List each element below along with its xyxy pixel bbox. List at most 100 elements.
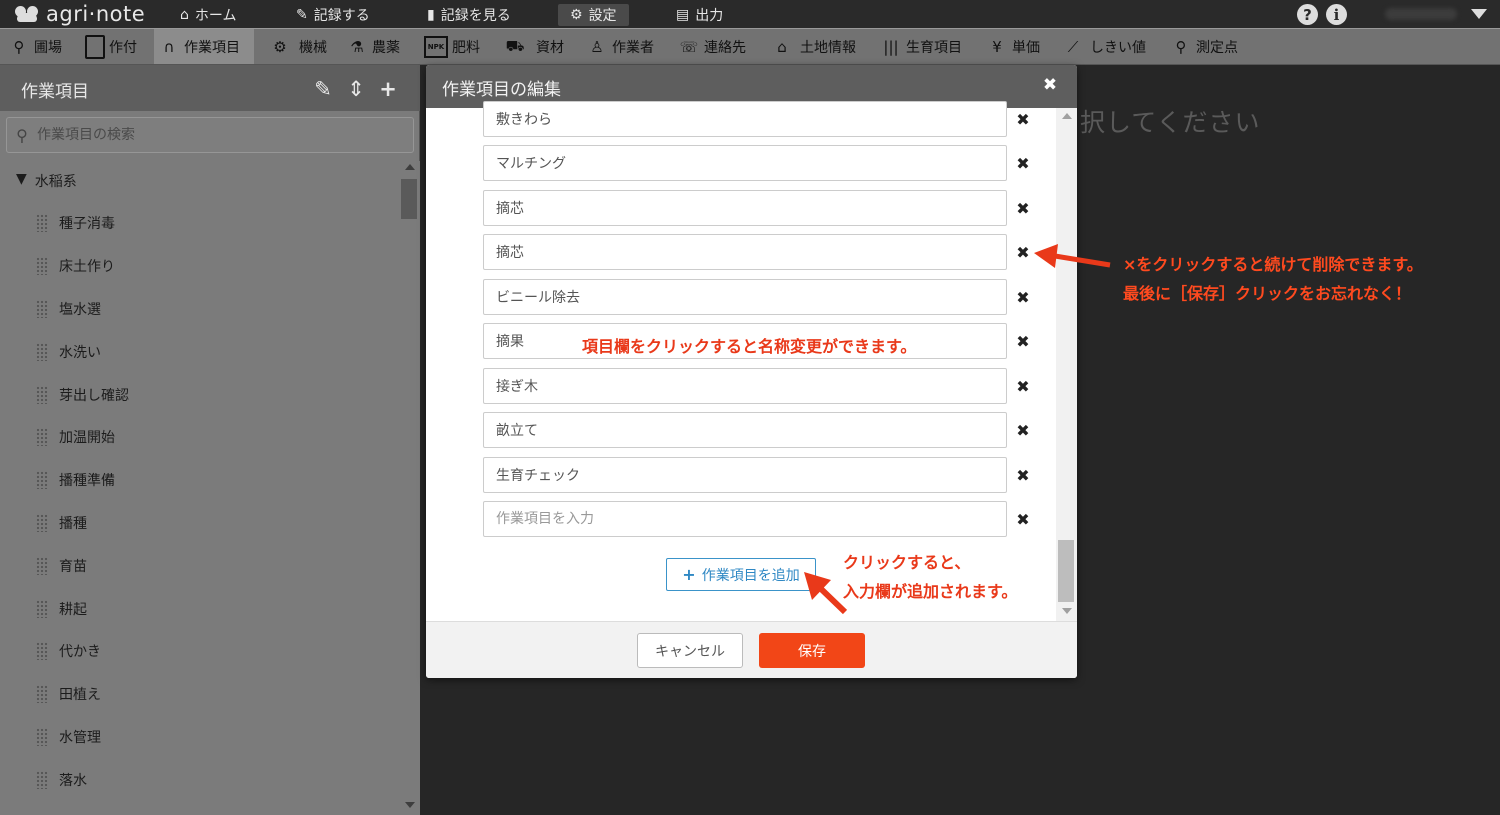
- scroll-down-icon[interactable]: [405, 802, 415, 808]
- drag-handle-icon[interactable]: [36, 214, 48, 233]
- delete-icon[interactable]: ✖: [1013, 376, 1033, 396]
- list-item[interactable]: 播種準備: [0, 459, 398, 502]
- drag-handle-icon[interactable]: [36, 556, 48, 575]
- drag-handle-icon[interactable]: [36, 770, 48, 789]
- work-item-field[interactable]: [483, 101, 1007, 137]
- help-icon[interactable]: ?: [1297, 4, 1318, 25]
- tool-growth-items[interactable]: ||| 生育項目: [880, 29, 962, 64]
- tool-field[interactable]: ⚲ 圃場: [8, 29, 63, 64]
- work-item-input[interactable]: [484, 146, 1006, 180]
- work-item-field[interactable]: [483, 234, 1007, 270]
- new-work-item-field[interactable]: [483, 501, 1007, 537]
- drag-handle-icon[interactable]: [36, 342, 48, 361]
- tool-fertilizer[interactable]: NPK 肥料: [424, 29, 480, 64]
- work-item-input[interactable]: [484, 235, 1006, 269]
- dialog-scrollbar[interactable]: [1056, 108, 1077, 621]
- work-item-field[interactable]: [483, 145, 1007, 181]
- work-item-field[interactable]: [483, 279, 1007, 315]
- delete-icon[interactable]: ✖: [1013, 109, 1033, 129]
- scroll-up-icon[interactable]: [1062, 113, 1072, 119]
- group-header[interactable]: ▼ 水稲系: [16, 171, 77, 191]
- tool-pesticide[interactable]: ⚗ 農薬: [346, 29, 400, 64]
- work-items-panel: 作業項目 ✎ ⇕ + ⚲ ▼ 水稲系 種子消毒 床土作り 塩水選 水洗い 芽出し…: [0, 65, 420, 815]
- list-item[interactable]: 水洗い: [0, 330, 398, 373]
- tool-machine[interactable]: ⚙ 機械: [265, 29, 327, 64]
- delete-icon[interactable]: ✖: [1013, 509, 1033, 529]
- drag-handle-icon[interactable]: [36, 642, 48, 661]
- delete-icon[interactable]: ✖: [1013, 465, 1033, 485]
- drag-handle-icon[interactable]: [36, 385, 48, 404]
- list-item[interactable]: 水管理: [0, 716, 398, 759]
- panel-scrollbar[interactable]: [399, 161, 420, 815]
- scroll-down-icon[interactable]: [1062, 608, 1072, 614]
- nav-record[interactable]: ✎ 記録する: [296, 4, 370, 26]
- delete-icon[interactable]: ✖: [1013, 331, 1033, 351]
- tool-unit-price[interactable]: ¥ 単価: [986, 29, 1040, 64]
- scroll-thumb[interactable]: [401, 179, 417, 219]
- drag-handle-icon[interactable]: [36, 727, 48, 746]
- edit-icon[interactable]: ✎: [311, 77, 335, 101]
- drag-handle-icon[interactable]: [36, 428, 48, 447]
- tool-contacts[interactable]: ☏ 連絡先: [678, 29, 746, 64]
- work-item-input[interactable]: [484, 369, 1006, 403]
- tool-measure-points[interactable]: ⚲ 測定点: [1170, 29, 1239, 64]
- reorder-icon[interactable]: ⇕: [344, 77, 368, 101]
- drag-handle-icon[interactable]: [36, 513, 48, 532]
- drag-handle-icon[interactable]: [36, 471, 48, 490]
- drag-handle-icon[interactable]: [36, 257, 48, 276]
- drag-handle-icon[interactable]: [36, 299, 48, 318]
- work-item-input[interactable]: [484, 280, 1006, 314]
- add-icon[interactable]: +: [376, 77, 400, 101]
- list-item[interactable]: 耕起: [0, 587, 398, 630]
- work-item-field[interactable]: [483, 457, 1007, 493]
- nav-view-records[interactable]: ▮ 記録を見る: [427, 4, 511, 26]
- list-item[interactable]: 加温開始: [0, 416, 398, 459]
- tool-contacts-label: 連絡先: [704, 39, 746, 56]
- work-item-input[interactable]: [484, 458, 1006, 492]
- add-work-item-button[interactable]: + 作業項目を追加: [666, 558, 816, 591]
- drag-handle-icon[interactable]: [36, 685, 48, 704]
- delete-icon[interactable]: ✖: [1013, 287, 1033, 307]
- nav-home[interactable]: ⌂ ホーム: [180, 4, 236, 26]
- work-item-field[interactable]: [483, 190, 1007, 226]
- list-item[interactable]: 塩水選: [0, 288, 398, 331]
- list-item[interactable]: 芽出し確認: [0, 373, 398, 416]
- info-icon[interactable]: i: [1326, 4, 1347, 25]
- work-item-input[interactable]: [484, 102, 1006, 136]
- work-item-field[interactable]: [483, 368, 1007, 404]
- nav-output[interactable]: ▤ 出力: [676, 4, 723, 26]
- tool-materials[interactable]: ⛟ 資材: [498, 29, 564, 64]
- tool-work-items[interactable]: ∩ 作業項目: [154, 29, 254, 64]
- list-item[interactable]: 種子消毒: [0, 202, 398, 245]
- list-item[interactable]: 代かき: [0, 630, 398, 673]
- delete-icon[interactable]: ✖: [1013, 153, 1033, 173]
- work-item-field[interactable]: [483, 412, 1007, 448]
- delete-icon[interactable]: ✖: [1013, 420, 1033, 440]
- yen-icon: ¥: [992, 37, 1002, 56]
- list-item[interactable]: 落水: [0, 758, 398, 801]
- work-item-input[interactable]: [484, 191, 1006, 225]
- tool-crop[interactable]: 作付: [85, 29, 137, 64]
- tool-land-info[interactable]: ⌂ 土地情報: [768, 29, 856, 64]
- new-work-item-input[interactable]: [484, 502, 1006, 536]
- scroll-up-icon[interactable]: [405, 164, 415, 170]
- app-logo[interactable]: agri·note: [14, 2, 145, 26]
- user-menu-caret-icon[interactable]: [1471, 9, 1487, 19]
- list-item[interactable]: 播種: [0, 502, 398, 545]
- scroll-thumb[interactable]: [1058, 540, 1074, 602]
- list-item[interactable]: 床土作り: [0, 245, 398, 288]
- list-item[interactable]: 育苗: [0, 544, 398, 587]
- save-button[interactable]: 保存: [759, 633, 865, 668]
- search-input[interactable]: [37, 127, 397, 143]
- tool-threshold[interactable]: ⟋ しきい値: [1060, 29, 1146, 64]
- close-icon[interactable]: ✖: [1039, 73, 1061, 97]
- delete-icon[interactable]: ✖: [1013, 198, 1033, 218]
- cancel-button[interactable]: キャンセル: [637, 633, 743, 668]
- tool-workers[interactable]: ♙ 作業者: [586, 29, 654, 64]
- nav-settings[interactable]: ⚙ 設定: [558, 4, 629, 26]
- list-item[interactable]: 田植え: [0, 673, 398, 716]
- delete-icon[interactable]: ✖: [1013, 242, 1033, 262]
- work-item-input[interactable]: [484, 413, 1006, 447]
- drag-handle-icon[interactable]: [36, 599, 48, 618]
- user-name-blurred[interactable]: [1385, 8, 1457, 20]
